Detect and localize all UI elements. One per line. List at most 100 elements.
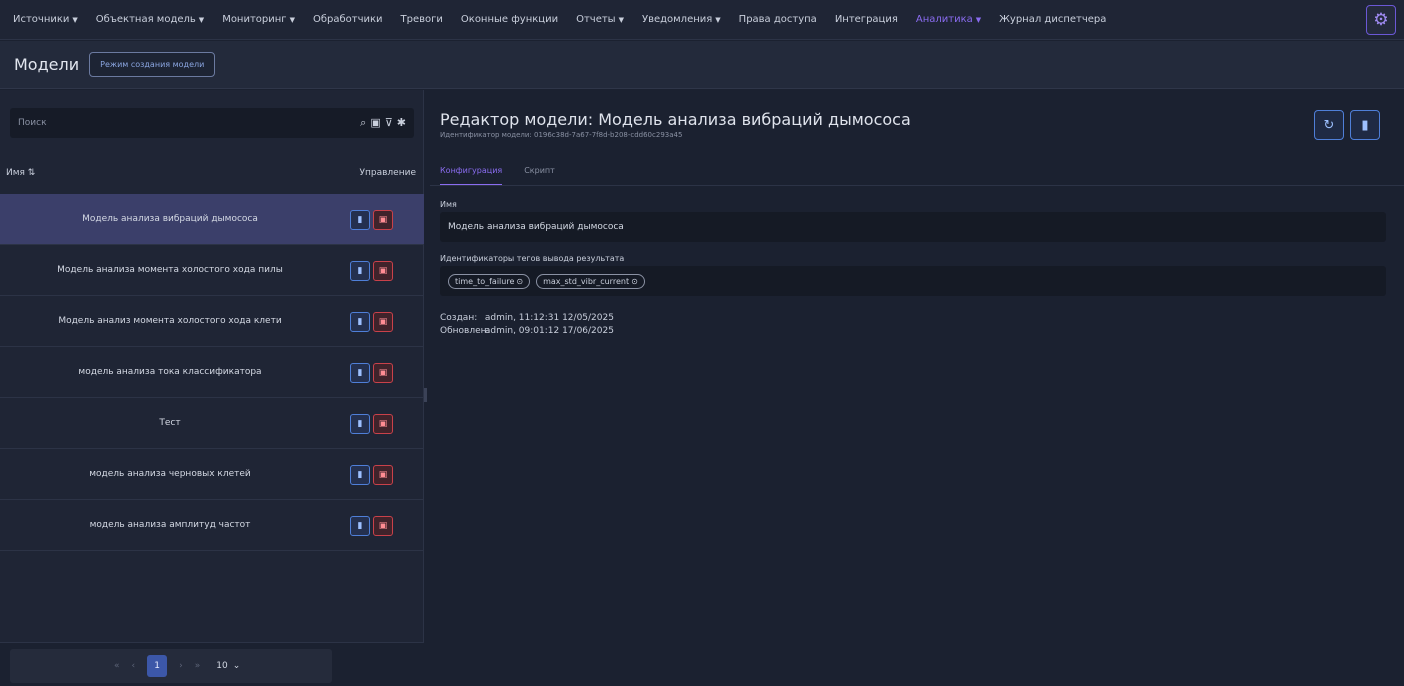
nav-item-label: Тревоги [400,14,443,25]
copy-button[interactable]: ▮ [350,516,370,536]
first-page-button[interactable]: « [114,661,120,671]
trash-icon: ▣ [378,521,388,531]
column-name-sort[interactable]: Имя ⇅ [6,168,35,178]
nav-item[interactable]: Оконные функции [452,0,567,40]
updated-label: Обновлен: [440,326,490,336]
name-value: Модель анализа вибраций дымососа [448,222,624,232]
delete-button[interactable]: ▣ [373,516,393,536]
row-actions: ▮ ▣ [350,465,393,485]
copy-icon: ▮ [357,419,363,429]
nav-item[interactable]: Права доступа [730,0,826,40]
delete-button[interactable]: ▣ [373,261,393,281]
created-label: Создан: [440,313,478,323]
nav-item[interactable]: Уведомления ▼ [633,0,730,40]
delete-button[interactable]: ▣ [373,465,393,485]
trash-icon: ▣ [378,419,388,429]
nav-item[interactable]: Отчеты ▼ [567,0,633,40]
row-actions: ▮ ▣ [350,516,393,536]
search-icon[interactable]: ⌕ [360,116,366,130]
prev-page-button[interactable]: ‹ [132,661,136,671]
row-actions: ▮ ▣ [350,210,393,230]
nav-item[interactable]: Аналитика ▼ [907,0,990,40]
tab-configuration[interactable]: Конфигурация [440,160,503,185]
next-page-button[interactable]: › [179,661,183,671]
nav-item-label: Аналитика [915,14,973,25]
config-form: Имя Модель анализа вибраций дымососа Иде… [440,200,1386,338]
trash-icon: ▣ [378,470,388,480]
tab-script[interactable]: Скрипт [524,160,555,185]
top-nav: Источники ▼ Объектная модель ▼ Мониторинг ▼ Об… [0,0,1404,40]
settings-gear-button[interactable]: ⚙ [1366,5,1396,35]
nav-item[interactable]: Интеграция [826,0,907,40]
tag-chip[interactable]: max_std_vibr_current ⊙ [536,273,645,289]
updated-value: admin, 09:01:12 17/06/2025 [484,326,614,336]
last-page-button[interactable]: » [195,661,201,671]
chevron-down-icon: ▼ [715,15,721,24]
trash-icon: ▣ [378,215,388,225]
editor-tabs: Конфигурация Скрипт [430,160,1404,186]
current-page-button[interactable]: 1 [147,655,168,677]
row-actions: ▮ ▣ [350,261,393,281]
nav-item[interactable]: Обработчики [304,0,392,40]
tags-field[interactable]: time_to_failure ⊙ max_std_vibr_current ⊙ [440,266,1386,296]
model-name: модель анализа тока классификатора [78,367,262,377]
copy-icon: ▮ [357,470,363,480]
model-name: модель анализа черновых клетей [89,469,251,479]
nav-item-label: Журнал диспетчера [999,14,1107,25]
name-field[interactable]: Модель анализа вибраций дымососа [440,212,1386,242]
created-value: admin, 11:12:31 12/05/2025 [484,313,614,323]
list-item[interactable]: модель анализа тока классификатора ▮ ▣ [0,347,424,398]
per-page-select[interactable]: 10 ⌄ [216,661,240,671]
copy-button[interactable]: ▮ [350,363,370,383]
trash-icon: ▣ [378,317,388,327]
delete-button[interactable]: ▣ [373,363,393,383]
model-name: Модель анализ момента холостого хода кле… [58,316,282,326]
chevron-down-icon: ▼ [72,15,78,24]
copy-button[interactable]: ▮ [350,312,370,332]
page-title: Модели [14,55,80,74]
nav-item-label: Объектная модель [95,14,196,25]
list-item[interactable]: Модель анализа вибраций дымососа ▮ ▣ [0,194,424,245]
created-line: Создан: admin, 11:12:31 12/05/2025 [440,312,1386,325]
pagination-bar: « ‹ 1 › » 10 ⌄ [10,649,332,683]
nav-item-label: Уведомления [641,14,713,25]
updated-line: Обновлен: admin, 09:01:12 17/06/2025 [440,325,1386,338]
nav-item[interactable]: Тревоги [392,0,452,40]
per-page-value: 10 [216,661,228,671]
panel-splitter[interactable] [424,388,427,402]
calendar-icon[interactable]: ▣ [370,116,380,130]
copy-button[interactable]: ▮ [350,414,370,434]
delete-button[interactable]: ▣ [373,414,393,434]
remove-tag-icon[interactable]: ⊙ [516,277,523,286]
list-item[interactable]: модель анализа амплитуд частот ▮ ▣ [0,500,424,551]
model-create-mode-button[interactable]: Режим создания модели [89,52,216,77]
search-input[interactable]: Поиск ⌕ ▣ ⊽ ✱ [10,108,414,138]
refresh-button[interactable]: ↻ [1314,110,1344,140]
delete-button[interactable]: ▣ [373,312,393,332]
gear-icon: ⚙ [1373,10,1389,30]
tag-chip[interactable]: time_to_failure ⊙ [448,273,531,289]
nav-item[interactable]: Журнал диспетчера [990,0,1115,40]
list-item[interactable]: Тест ▮ ▣ [0,398,424,449]
copy-icon: ▮ [357,215,363,225]
copy-button[interactable]: ▮ [350,465,370,485]
chevron-down-icon: ▼ [975,15,982,24]
filter-icon[interactable]: ⊽ [385,116,393,130]
list-item[interactable]: модель анализа черновых клетей ▮ ▣ [0,449,424,500]
nav-item[interactable]: Источники ▼ [4,0,87,40]
model-name: Тест [159,418,181,428]
copy-button[interactable]: ▮ [350,210,370,230]
model-list-panel: Поиск ⌕ ▣ ⊽ ✱ Имя ⇅ Управление Модель ан… [0,90,424,686]
save-button[interactable]: ▮ [1350,110,1380,140]
nav-item[interactable]: Объектная модель ▼ [87,0,213,40]
nav-item[interactable]: Мониторинг ▼ [213,0,304,40]
list-item[interactable]: Модель анализ момента холостого хода кле… [0,296,424,347]
copy-icon: ▮ [357,266,363,276]
nav-item-label: Источники [13,14,70,25]
copy-button[interactable]: ▮ [350,261,370,281]
clear-filter-icon[interactable]: ✱ [397,116,406,130]
chevron-down-icon: ▼ [618,15,624,24]
remove-tag-icon[interactable]: ⊙ [631,277,638,286]
list-item[interactable]: Модель анализа момента холостого хода пи… [0,245,424,296]
delete-button[interactable]: ▣ [373,210,393,230]
